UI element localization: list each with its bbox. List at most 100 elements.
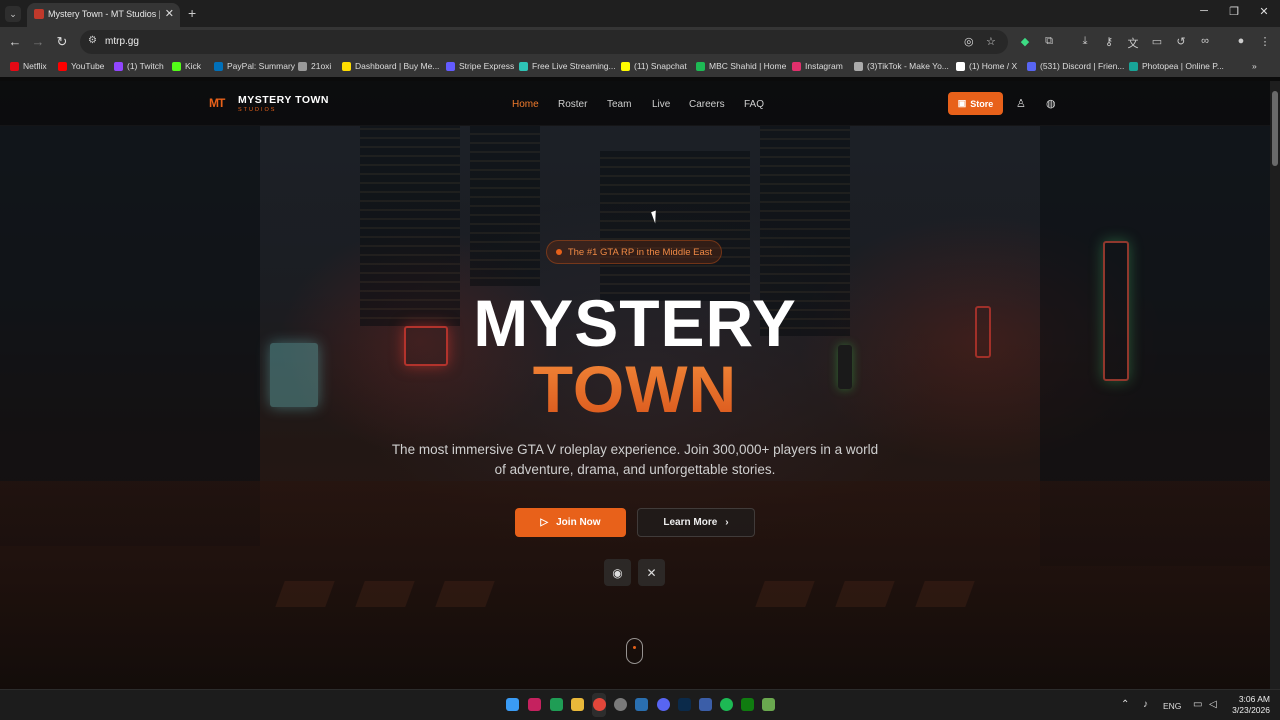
shield-extension-icon[interactable]: ◆ bbox=[1017, 35, 1033, 48]
bookmark-label: Instagram bbox=[805, 61, 843, 71]
hero-badge: The #1 GTA RP in the Middle East bbox=[546, 240, 722, 264]
store-button[interactable]: ▣ Store bbox=[948, 92, 1003, 115]
bookmark-item[interactable]: Dashboard | Buy Me... bbox=[342, 61, 439, 71]
address-url[interactable]: mtrp.gg bbox=[105, 36, 139, 47]
bookmark-item[interactable]: Netflix bbox=[10, 61, 47, 71]
bookmark-item[interactable]: Stripe Express bbox=[446, 61, 514, 71]
join-now-button[interactable]: ▷ Join Now bbox=[515, 508, 626, 537]
translate-icon[interactable]: 文 bbox=[1125, 35, 1141, 51]
bookmark-item[interactable]: (3)TikTok - Make Yo... bbox=[854, 61, 949, 71]
window-minimize-button[interactable]: ─ bbox=[1194, 5, 1214, 17]
new-tab-button[interactable]: + bbox=[188, 5, 196, 21]
volume-icon[interactable]: ◁ bbox=[1209, 699, 1217, 710]
display-icon[interactable]: ▭ bbox=[1193, 699, 1202, 710]
nav-link-careers[interactable]: Careers bbox=[689, 99, 725, 110]
tray-overflow-icon[interactable]: ⌃ bbox=[1121, 699, 1129, 710]
bookmark-star-icon[interactable]: ☆ bbox=[986, 35, 996, 48]
back-button[interactable]: ← bbox=[7, 34, 23, 49]
language-indicator[interactable]: ENG bbox=[1163, 701, 1181, 711]
learn-more-button[interactable]: Learn More › bbox=[637, 508, 755, 537]
taskbar-app-icon[interactable] bbox=[699, 698, 712, 711]
card-icon[interactable]: ▭ bbox=[1149, 35, 1165, 48]
bookmark-item[interactable]: Kick bbox=[172, 61, 201, 71]
taskbar-app-icon[interactable] bbox=[550, 698, 563, 711]
page-scrollbar[interactable] bbox=[1270, 81, 1280, 689]
play-icon: ▷ bbox=[540, 517, 549, 528]
extensions-puzzle-icon[interactable]: ⧉ bbox=[1041, 35, 1057, 48]
bookmark-favicon-icon bbox=[956, 61, 965, 71]
profile-avatar-icon[interactable]: ● bbox=[1233, 35, 1249, 47]
bookmark-item[interactable]: YouTube bbox=[58, 61, 104, 71]
language-globe-icon[interactable]: ◍ bbox=[1046, 97, 1056, 110]
bookmark-item[interactable]: (1) Twitch bbox=[114, 61, 164, 71]
tab-search-menu-button[interactable]: ⌄ bbox=[5, 6, 21, 22]
bookmark-item[interactable]: Photopea | Online P... bbox=[1129, 61, 1224, 71]
x-twitter-icon[interactable]: ✕ bbox=[638, 559, 665, 586]
reload-button[interactable]: ↻ bbox=[54, 34, 70, 50]
site-logo-mark[interactable]: MT bbox=[209, 96, 225, 110]
user-account-icon[interactable]: ♙ bbox=[1016, 97, 1026, 110]
address-bar[interactable]: ⚙ mtrp.gg ◎ ☆ bbox=[80, 30, 1008, 54]
nav-link-live[interactable]: Live bbox=[652, 99, 670, 110]
taskbar-app-icon[interactable] bbox=[528, 698, 541, 711]
bookmark-favicon-icon bbox=[446, 61, 455, 71]
crosswalk-stripe bbox=[435, 581, 495, 607]
bookmark-item[interactable]: Instagram bbox=[792, 61, 843, 71]
badge-dot-icon bbox=[555, 249, 562, 255]
bookmark-item[interactable]: Free Live Streaming... bbox=[519, 61, 616, 71]
store-button-label: Store bbox=[970, 98, 994, 109]
bookmark-label: Free Live Streaming... bbox=[532, 61, 616, 71]
bookmarks-overflow-button[interactable]: » bbox=[1252, 61, 1257, 71]
discord-icon[interactable]: ◉ bbox=[604, 559, 631, 586]
crosswalk-stripe bbox=[355, 581, 415, 607]
download-icon[interactable]: ⤓ bbox=[1077, 35, 1093, 48]
site-logo-title[interactable]: MYSTERY TOWN bbox=[238, 94, 329, 106]
window-restore-button[interactable]: ❐ bbox=[1224, 5, 1244, 18]
tracking-eye-icon[interactable]: ◎ bbox=[964, 35, 974, 48]
site-info-icon[interactable]: ⚙ bbox=[88, 35, 97, 46]
bookmark-item[interactable]: MBC Shahid | Home bbox=[696, 61, 786, 71]
web-page: MT MYSTERY TOWN STUDIOS Home Roster Team… bbox=[0, 81, 1270, 689]
taskbar-app-icon[interactable] bbox=[762, 698, 775, 711]
browser-menu-icon[interactable]: ⋮ bbox=[1257, 35, 1273, 48]
nav-link-team[interactable]: Team bbox=[607, 99, 631, 110]
bookmark-label: YouTube bbox=[71, 61, 105, 71]
scroll-indicator[interactable] bbox=[626, 638, 643, 664]
windows-start-icon[interactable] bbox=[506, 698, 519, 711]
bookmark-item[interactable]: 21oxi bbox=[298, 61, 331, 71]
bookmark-item[interactable]: PayPal: Summary bbox=[214, 61, 295, 71]
discord-taskbar-icon[interactable] bbox=[657, 698, 670, 711]
spotify-icon[interactable] bbox=[720, 698, 733, 711]
photoshop-icon[interactable] bbox=[678, 698, 691, 711]
link-icon[interactable]: ∞ bbox=[1197, 35, 1213, 47]
bookmark-favicon-icon bbox=[214, 61, 223, 71]
bookmark-label: PayPal: Summary bbox=[227, 61, 296, 71]
bookmark-item[interactable]: (11) Snapchat bbox=[621, 61, 687, 71]
browser-tab-bar: ⌄ Mystery Town - MT Studios | M ✕ + ─ ❐ … bbox=[0, 0, 1280, 27]
bookmark-favicon-icon bbox=[854, 61, 863, 71]
nav-link-home[interactable]: Home bbox=[512, 99, 539, 110]
scrollbar-thumb[interactable] bbox=[1272, 91, 1278, 166]
forward-button[interactable]: → bbox=[30, 34, 46, 49]
xbox-icon[interactable] bbox=[741, 698, 754, 711]
file-explorer-icon[interactable] bbox=[571, 698, 584, 711]
taskbar-app-icon[interactable] bbox=[614, 698, 627, 711]
nav-link-faq[interactable]: FAQ bbox=[744, 99, 764, 110]
password-key-icon[interactable]: ⚷ bbox=[1101, 35, 1117, 48]
background-building bbox=[600, 151, 750, 301]
bookmark-item[interactable]: (1) Home / X bbox=[956, 61, 1017, 71]
nav-link-roster[interactable]: Roster bbox=[558, 99, 587, 110]
bookmark-favicon-icon bbox=[342, 61, 351, 71]
microphone-icon[interactable]: ♪ bbox=[1143, 699, 1148, 710]
steam-icon[interactable] bbox=[635, 698, 648, 711]
bookmark-favicon-icon bbox=[696, 61, 705, 71]
bookmark-label: Dashboard | Buy Me... bbox=[355, 61, 440, 71]
bookmark-item[interactable]: (531) Discord | Frien... bbox=[1027, 61, 1124, 71]
browser-tab-active[interactable]: Mystery Town - MT Studios | M ✕ bbox=[27, 3, 180, 27]
crosswalk-stripe bbox=[835, 581, 895, 607]
history-icon[interactable]: ↺ bbox=[1173, 35, 1189, 48]
taskbar-clock[interactable]: 3:06 AM 3/23/2026 bbox=[1226, 694, 1270, 716]
tab-close-icon[interactable]: ✕ bbox=[165, 7, 174, 20]
chrome-icon[interactable] bbox=[593, 698, 606, 711]
window-close-button[interactable]: ✕ bbox=[1254, 5, 1274, 18]
